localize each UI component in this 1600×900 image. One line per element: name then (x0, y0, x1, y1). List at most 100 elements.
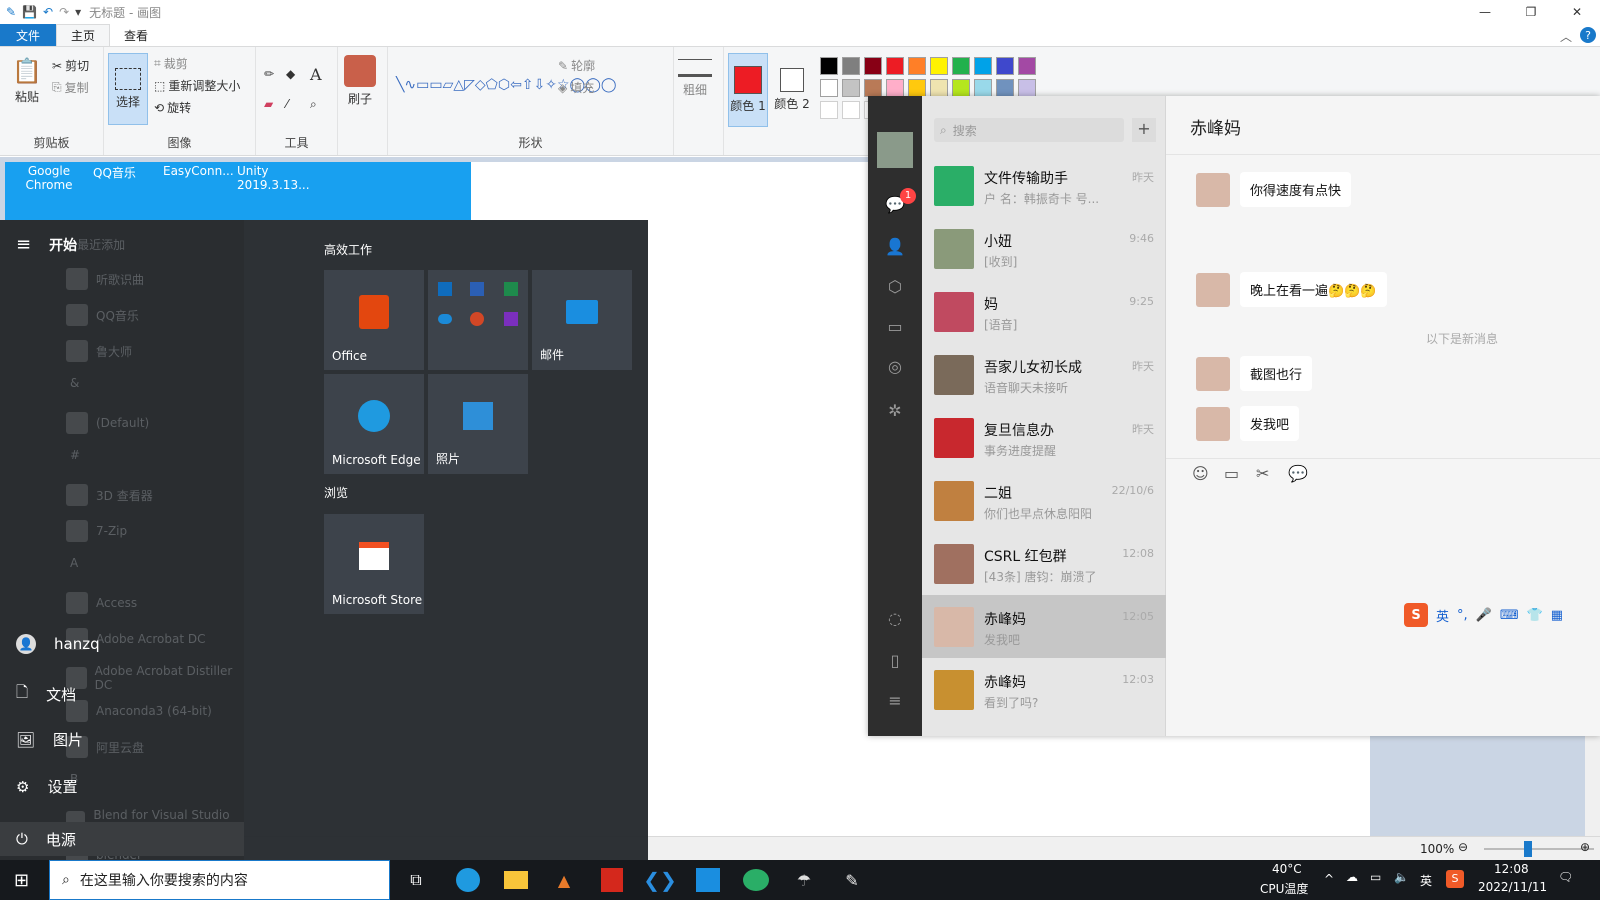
bilibili-icon[interactable]: ☂ (790, 866, 818, 894)
folder-icon[interactable]: ▭ (885, 316, 905, 336)
vscode-icon[interactable]: ❮❯ (643, 866, 677, 894)
color1-button[interactable]: 颜色 1 (728, 53, 768, 127)
redo-icon[interactable]: ↷ (59, 5, 69, 19)
power-button[interactable]: ⏻ 电源 (0, 822, 244, 856)
resize-button[interactable]: ⬚ 重新调整大小 (154, 77, 240, 94)
palette-swatch[interactable] (930, 79, 948, 97)
maximize-button[interactable]: ❐ (1508, 0, 1554, 24)
palette-swatch[interactable] (930, 57, 948, 75)
size-button[interactable]: 粗细 (678, 59, 712, 98)
copy-button[interactable]: ⎘ 复制 (52, 79, 89, 96)
chat-list-item[interactable]: 小妞 [收到] 9:46 (922, 217, 1166, 280)
app-list-item[interactable]: 鲁大师 (66, 340, 132, 362)
app-list-item[interactable]: (Default) (66, 412, 149, 434)
brushes-button[interactable]: 刷子 (344, 55, 376, 107)
profile-avatar[interactable] (877, 132, 913, 168)
shapes-gallery[interactable]: ╲∿▭▭▱△◸◇⬠⬡⇦⇧⇩✧☆◯◯◯ (396, 55, 617, 115)
chat-list-item[interactable]: CSRL 红包群 [43条] 唐钧：崩溃了 12:08 (922, 532, 1166, 595)
palette-swatch[interactable] (1018, 79, 1036, 97)
add-chat-button[interactable]: + (1132, 118, 1156, 142)
hamburger-icon[interactable]: ≡ (16, 234, 31, 255)
desktop-icon-easyconn[interactable]: EasyConn... (163, 164, 234, 178)
edge-taskbar-icon[interactable] (454, 866, 482, 894)
palette-swatch[interactable] (908, 57, 926, 75)
palette-swatch[interactable] (842, 79, 860, 97)
emoji-icon[interactable]: ☺ (1192, 464, 1209, 483)
pencil-icon[interactable]: ✏ (264, 67, 274, 81)
matlab-icon[interactable]: ▲ (550, 866, 578, 894)
magnifier-icon[interactable]: ⌕ (310, 97, 317, 112)
outline-button[interactable]: ✎ 轮廓 (558, 57, 595, 74)
zoom-slider[interactable] (1484, 848, 1594, 850)
network-icon[interactable]: ▭ (1370, 870, 1381, 884)
fill-bucket-icon[interactable]: ◆ (286, 67, 295, 81)
favorites-icon[interactable]: ⬡ (885, 276, 905, 296)
settings-button[interactable]: ⚙ 设置 (16, 776, 77, 797)
file-explorer-icon[interactable] (502, 866, 530, 894)
screenshot-icon[interactable]: ✂ (1256, 464, 1269, 483)
vertical-scrollbar[interactable] (1585, 736, 1600, 836)
palette-swatch[interactable] (1018, 57, 1036, 75)
palette-swatch[interactable] (886, 57, 904, 75)
message-bubble[interactable]: 截图也行 (1240, 356, 1313, 391)
tile-mail[interactable]: 邮件 (532, 270, 632, 370)
weather-icon[interactable]: ☁ (1346, 870, 1358, 884)
palette-swatch[interactable] (908, 79, 926, 97)
tile-photos[interactable]: 照片 (428, 374, 528, 474)
minimize-button[interactable]: — (1462, 0, 1508, 24)
chat-list-item[interactable]: 二姐 你们也早点休息阳阳 22/10/6 (922, 469, 1166, 532)
palette-swatch[interactable] (820, 79, 838, 97)
sogou-tray-icon[interactable]: S (1446, 870, 1464, 888)
chat-history-icon[interactable]: 💬 (1288, 464, 1308, 483)
clock-date[interactable]: 2022/11/11 (1478, 880, 1547, 894)
chat-list-item[interactable]: 文件传输助手户 名：韩振奇卡 号... 昨天 (922, 154, 1166, 217)
close-button[interactable]: ✕ (1554, 0, 1600, 24)
collapse-ribbon-icon[interactable]: ︿ (1560, 28, 1572, 45)
ime-toolbar[interactable]: S 英 °, 🎤 ⌨ 👕 ▦ (1404, 602, 1584, 628)
chat-list-item[interactable]: 吾家儿女初长成 语音聊天未接听 昨天 (922, 343, 1166, 406)
app-list-item[interactable]: & (70, 376, 79, 390)
app-list-item[interactable]: Adobe Acrobat Distiller DC (66, 664, 244, 692)
app-list-item[interactable]: # (70, 448, 80, 462)
app-list-item[interactable]: QQ音乐 (66, 304, 139, 326)
palette-swatch[interactable] (952, 57, 970, 75)
rotate-button[interactable]: ⟲ 旋转 (154, 99, 191, 116)
palette-swatch[interactable] (974, 79, 992, 97)
documents-button[interactable]: 🗋 文档 (16, 682, 76, 707)
tab-home[interactable]: 主页 (56, 24, 111, 46)
cut-button[interactable]: ✂ 剪切 (52, 57, 89, 74)
message-bubble[interactable]: 你得速度有点快 (1240, 172, 1352, 207)
color-picker-icon[interactable]: ⁄ (286, 97, 288, 111)
start-header[interactable]: ≡ 开始 最近添加 (16, 234, 125, 255)
chevron-up-icon[interactable]: ^ (1324, 872, 1334, 886)
tile-office-apps[interactable] (428, 270, 528, 370)
paint-taskbar-icon[interactable]: ✎ (838, 866, 866, 894)
file-icon[interactable]: ▭ (1224, 464, 1239, 483)
palette-swatch[interactable] (996, 79, 1014, 97)
app-list-item[interactable]: A (70, 556, 78, 570)
teams-icon[interactable] (694, 866, 722, 894)
custom-swatch[interactable] (820, 101, 838, 119)
palette-swatch[interactable] (864, 57, 882, 75)
custom-swatch[interactable] (842, 101, 860, 119)
moments-icon[interactable]: ◎ (885, 356, 905, 376)
palette-swatch[interactable] (820, 57, 838, 75)
tile-store[interactable]: Microsoft Store (324, 514, 424, 614)
task-view-icon[interactable]: ⧉ (402, 866, 430, 894)
user-account-button[interactable]: 👤 hanzq (16, 634, 100, 654)
acrobat-icon[interactable] (598, 866, 626, 894)
ime-indicator[interactable]: 英 (1420, 872, 1432, 889)
zoom-slider-thumb[interactable] (1524, 841, 1532, 857)
chat-list-item[interactable]: 妈 [语音] 9:25 (922, 280, 1166, 343)
desktop-icon-unity[interactable]: Unity 2019.3.13... (237, 164, 317, 192)
notification-icon[interactable]: 🗨 (1558, 870, 1573, 884)
app-list-item[interactable]: 听歌识曲 (66, 268, 144, 290)
mini-programs-icon[interactable]: ✲ (885, 400, 905, 420)
palette-swatch[interactable] (864, 79, 882, 97)
wechat-taskbar-icon[interactable] (742, 866, 770, 894)
select-button[interactable]: 选择 (108, 53, 148, 125)
app-list-item[interactable]: Anaconda3 (64-bit) (66, 700, 212, 722)
zoom-out-icon[interactable]: ⊖ (1458, 840, 1468, 854)
desktop-icon-chrome[interactable]: Google Chrome (19, 164, 79, 192)
undo-icon[interactable]: ↶ (43, 5, 53, 19)
